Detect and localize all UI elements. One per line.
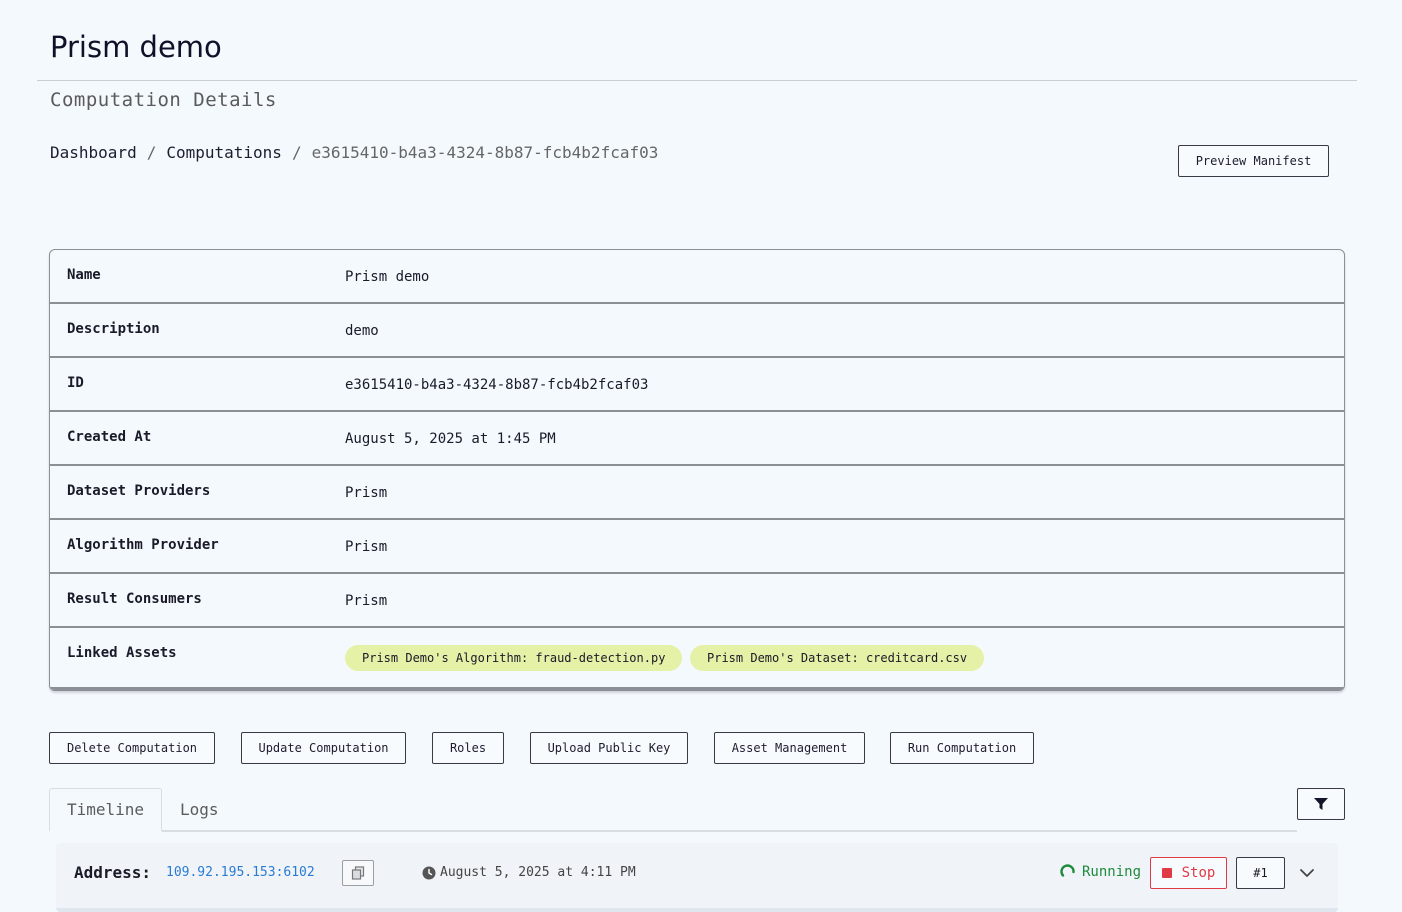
- status-text: Running: [1082, 864, 1142, 880]
- details-row-created-at: Created At August 5, 2025 at 1:45 PM: [50, 412, 1344, 466]
- breadcrumb-separator: /: [146, 143, 157, 162]
- asset-management-button[interactable]: Asset Management: [714, 732, 865, 764]
- row-label: Description: [67, 321, 160, 337]
- row-value: e3615410-b4a3-4324-8b87-fcb4b2fcaf03: [345, 377, 649, 393]
- stop-button[interactable]: Stop: [1150, 857, 1227, 889]
- linked-asset-algorithm-tag[interactable]: Prism Demo's Algorithm: fraud-detection.…: [345, 645, 683, 671]
- row-value: Prism: [345, 539, 388, 555]
- filter-button[interactable]: [1297, 788, 1345, 820]
- chevron-down-icon[interactable]: [1299, 865, 1315, 881]
- filter-icon: [1314, 797, 1328, 810]
- breadcrumb: Dashboard / Computations / e3615410-b4a3…: [50, 143, 658, 162]
- app-title: Prism demo: [50, 30, 222, 64]
- breadcrumb-current: e3615410-b4a3-4324-8b87-fcb4b2fcaf03: [311, 143, 659, 162]
- address-link[interactable]: 109.92.195.153:6102: [166, 865, 315, 880]
- timestamp-text: August 5, 2025 at 4:11 PM: [440, 865, 636, 880]
- row-value: demo: [345, 323, 379, 339]
- tabs-divider: [49, 830, 1297, 832]
- row-label: ID: [67, 375, 84, 391]
- computation-details-table: Name Prism demo Description demo ID e361…: [49, 249, 1345, 691]
- clock-icon: [422, 866, 436, 879]
- breadcrumb-computations[interactable]: Computations: [166, 143, 282, 162]
- row-label: Linked Assets: [67, 645, 177, 661]
- stop-icon: [1161, 868, 1172, 878]
- tab-timeline[interactable]: Timeline: [49, 788, 162, 832]
- stop-label: Stop: [1181, 865, 1216, 881]
- run-number-badge[interactable]: #1: [1236, 857, 1285, 889]
- copy-address-button[interactable]: [342, 860, 374, 886]
- run-computation-button[interactable]: Run Computation: [890, 732, 1034, 764]
- details-row-id: ID e3615410-b4a3-4324-8b87-fcb4b2fcaf03: [50, 358, 1344, 412]
- timeline-timestamp: August 5, 2025 at 4:11 PM: [422, 865, 636, 880]
- row-label: Result Consumers: [67, 591, 202, 607]
- details-row-description: Description demo: [50, 304, 1344, 358]
- upload-public-key-button[interactable]: Upload Public Key: [530, 732, 688, 764]
- status-indicator: Running: [1060, 864, 1141, 880]
- timeline-entry: Address: 109.92.195.153:6102 August 5, 2…: [56, 843, 1338, 912]
- delete-computation-button[interactable]: Delete Computation: [49, 732, 215, 764]
- row-label: Algorithm Provider: [67, 537, 219, 553]
- row-value: August 5, 2025 at 1:45 PM: [345, 431, 556, 447]
- page-subtitle: Computation Details: [50, 89, 277, 111]
- row-label: Dataset Providers: [67, 483, 211, 499]
- tab-logs[interactable]: Logs: [180, 800, 219, 819]
- preview-manifest-button[interactable]: Preview Manifest: [1178, 145, 1329, 177]
- breadcrumb-separator: /: [291, 143, 302, 162]
- breadcrumb-dashboard[interactable]: Dashboard: [50, 143, 137, 162]
- linked-asset-dataset-tag[interactable]: Prism Demo's Dataset: creditcard.csv: [690, 645, 985, 671]
- copy-icon: [351, 866, 365, 880]
- spinner-icon: [1060, 864, 1075, 877]
- row-value: Prism: [345, 593, 388, 609]
- row-value: Prism: [345, 485, 388, 501]
- update-computation-button[interactable]: Update Computation: [241, 732, 406, 764]
- row-label: Created At: [67, 429, 152, 445]
- details-row-result-consumers: Result Consumers Prism: [50, 574, 1344, 628]
- details-row-name: Name Prism demo: [50, 250, 1344, 304]
- details-row-linked-assets: Linked Assets Prism Demo's Algorithm: fr…: [50, 628, 1344, 690]
- address-label: Address:: [74, 863, 152, 882]
- roles-button[interactable]: Roles: [432, 732, 504, 764]
- details-row-dataset-providers: Dataset Providers Prism: [50, 466, 1344, 520]
- details-row-algorithm-provider: Algorithm Provider Prism: [50, 520, 1344, 574]
- header-divider: [37, 80, 1357, 81]
- row-value: Prism demo: [345, 269, 430, 285]
- row-label: Name: [67, 267, 101, 283]
